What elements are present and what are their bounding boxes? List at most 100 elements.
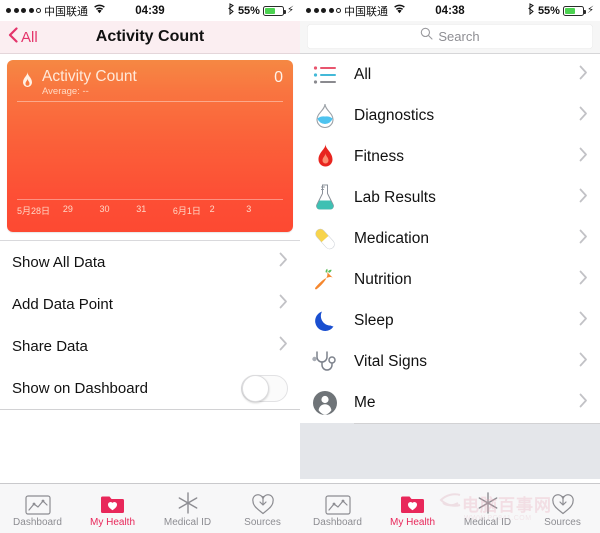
flask-icon <box>310 183 340 213</box>
flame-icon <box>310 142 340 172</box>
wifi-icon <box>93 4 106 17</box>
stethoscope-icon <box>310 347 340 377</box>
left-screen: 中国联通 04:39 55% ⚡ All Activity Count Acti… <box>0 0 300 533</box>
right-screen: 中国联通 04:38 55% ⚡ Search All Diagnostics … <box>300 0 600 533</box>
back-button[interactable]: All <box>8 26 38 48</box>
tab-sources[interactable]: Sources <box>225 484 300 533</box>
row-share-data[interactable]: Share Data <box>0 325 300 367</box>
chart-date-axis: 5月28日 29 30 31 6月1日 2 3 <box>7 200 293 217</box>
card-text-group: Activity Count Average: -- <box>42 68 274 98</box>
activity-card-container: Activity Count Average: -- 0 5月28日 29 30… <box>0 54 300 232</box>
row-add-data-point[interactable]: Add Data Point <box>0 283 300 325</box>
tab-label: Dashboard <box>13 517 62 528</box>
bluetooth-icon <box>227 3 235 18</box>
category-label: Medication <box>354 229 429 247</box>
category-row-me[interactable]: Me <box>300 382 600 423</box>
chevron-right-icon <box>279 336 288 356</box>
category-label: Vital Signs <box>354 352 427 370</box>
category-list: All Diagnostics Fitness Lab Results Medi… <box>300 53 600 423</box>
tab-medical-id[interactable]: Medical ID <box>150 484 225 533</box>
search-input[interactable]: Search <box>307 23 593 49</box>
carrot-icon <box>310 265 340 295</box>
category-label: Fitness <box>354 147 404 165</box>
chevron-right-icon <box>279 294 288 314</box>
battery-icon <box>262 5 286 16</box>
category-row-all[interactable]: All <box>300 54 600 95</box>
carrier-label: 中国联通 <box>344 4 388 18</box>
tab-label: My Health <box>389 517 435 528</box>
status-right-group: 55% ⚡ <box>527 3 594 18</box>
chevron-right-icon <box>579 270 588 290</box>
carrier-label: 中国联通 <box>44 4 88 18</box>
chevron-right-icon <box>579 147 588 167</box>
activity-chart-plot-area <box>7 102 293 199</box>
person-avatar-icon <box>310 388 340 418</box>
chevron-right-icon <box>579 65 588 85</box>
dashboard-chart-icon <box>24 489 51 515</box>
list-empty-area <box>300 423 600 479</box>
search-placeholder: Search <box>438 28 480 44</box>
health-folder-heart-icon <box>100 489 125 515</box>
heart-download-icon <box>551 489 575 515</box>
tab-sources[interactable]: Sources <box>525 484 600 533</box>
row-label: Show on Dashboard <box>12 379 148 397</box>
date-tick: 31 <box>136 204 147 214</box>
battery-percent-label: 55% <box>537 4 560 17</box>
tab-my-health[interactable]: My Health <box>375 484 450 533</box>
card-subtitle-average: Average: -- <box>42 86 89 97</box>
activity-count-card[interactable]: Activity Count Average: -- 0 5月28日 29 30… <box>7 60 293 232</box>
status-left-group: 中国联通 <box>6 3 106 19</box>
show-on-dashboard-toggle[interactable] <box>241 374 288 402</box>
tab-bar-left: Dashboard My Health Medical ID Sources <box>0 483 300 533</box>
category-label: Nutrition <box>354 270 412 288</box>
pill-capsule-icon <box>310 224 340 254</box>
status-left-group: 中国联通 <box>306 3 406 19</box>
navigation-bar: All Activity Count <box>0 21 300 54</box>
card-value: 0 <box>274 69 283 86</box>
row-label: Share Data <box>12 337 88 355</box>
chevron-right-icon <box>579 352 588 372</box>
category-row-fitness[interactable]: Fitness <box>300 136 600 177</box>
star-of-life-icon <box>176 489 200 515</box>
search-icon <box>420 27 433 45</box>
search-bar: Search <box>300 21 600 53</box>
category-row-vital-signs[interactable]: Vital Signs <box>300 341 600 382</box>
status-bar-left: 中国联通 04:39 55% ⚡ <box>0 0 300 21</box>
category-row-diagnostics[interactable]: Diagnostics <box>300 95 600 136</box>
back-button-label: All <box>21 28 38 46</box>
tab-label: Medical ID <box>163 517 212 528</box>
tab-medical-id[interactable]: Medical ID <box>450 484 525 533</box>
tab-label: Sources <box>544 517 581 528</box>
category-row-nutrition[interactable]: Nutrition <box>300 259 600 300</box>
toggle-knob <box>242 375 269 402</box>
lightning-bolt-icon: ⚡ <box>586 4 594 16</box>
category-label: Me <box>354 393 376 411</box>
date-tick: 2 <box>209 204 215 214</box>
status-bar-right: 中国联通 04:38 55% ⚡ <box>300 0 600 21</box>
tab-dashboard[interactable]: Dashboard <box>300 484 375 533</box>
wifi-icon <box>393 4 406 17</box>
row-show-on-dashboard[interactable]: Show on Dashboard <box>0 367 300 409</box>
row-show-all-data[interactable]: Show All Data <box>0 241 300 283</box>
star-of-life-icon <box>476 489 500 515</box>
chevron-right-icon <box>279 252 288 272</box>
category-label: Lab Results <box>354 188 436 206</box>
card-header: Activity Count Average: -- 0 <box>7 60 293 98</box>
heart-download-icon <box>251 489 275 515</box>
date-tick: 29 <box>62 204 73 214</box>
category-row-lab-results[interactable]: Lab Results <box>300 177 600 218</box>
row-label: Show All Data <box>12 253 106 271</box>
settings-list: Show All Data Add Data Point Share Data … <box>0 240 300 409</box>
chevron-right-icon <box>579 106 588 126</box>
category-row-sleep[interactable]: Sleep <box>300 300 600 341</box>
chevron-right-icon <box>579 311 588 331</box>
status-right-group: 55% ⚡ <box>227 3 294 18</box>
tab-my-health[interactable]: My Health <box>75 484 150 533</box>
category-row-medication[interactable]: Medication <box>300 218 600 259</box>
tab-dashboard[interactable]: Dashboard <box>0 484 75 533</box>
page-title: Activity Count <box>95 28 205 45</box>
date-tick: 3 <box>246 204 252 214</box>
signal-strength-icon <box>6 8 41 13</box>
health-folder-heart-icon <box>400 489 425 515</box>
date-tick: 6月1日 <box>172 206 201 216</box>
